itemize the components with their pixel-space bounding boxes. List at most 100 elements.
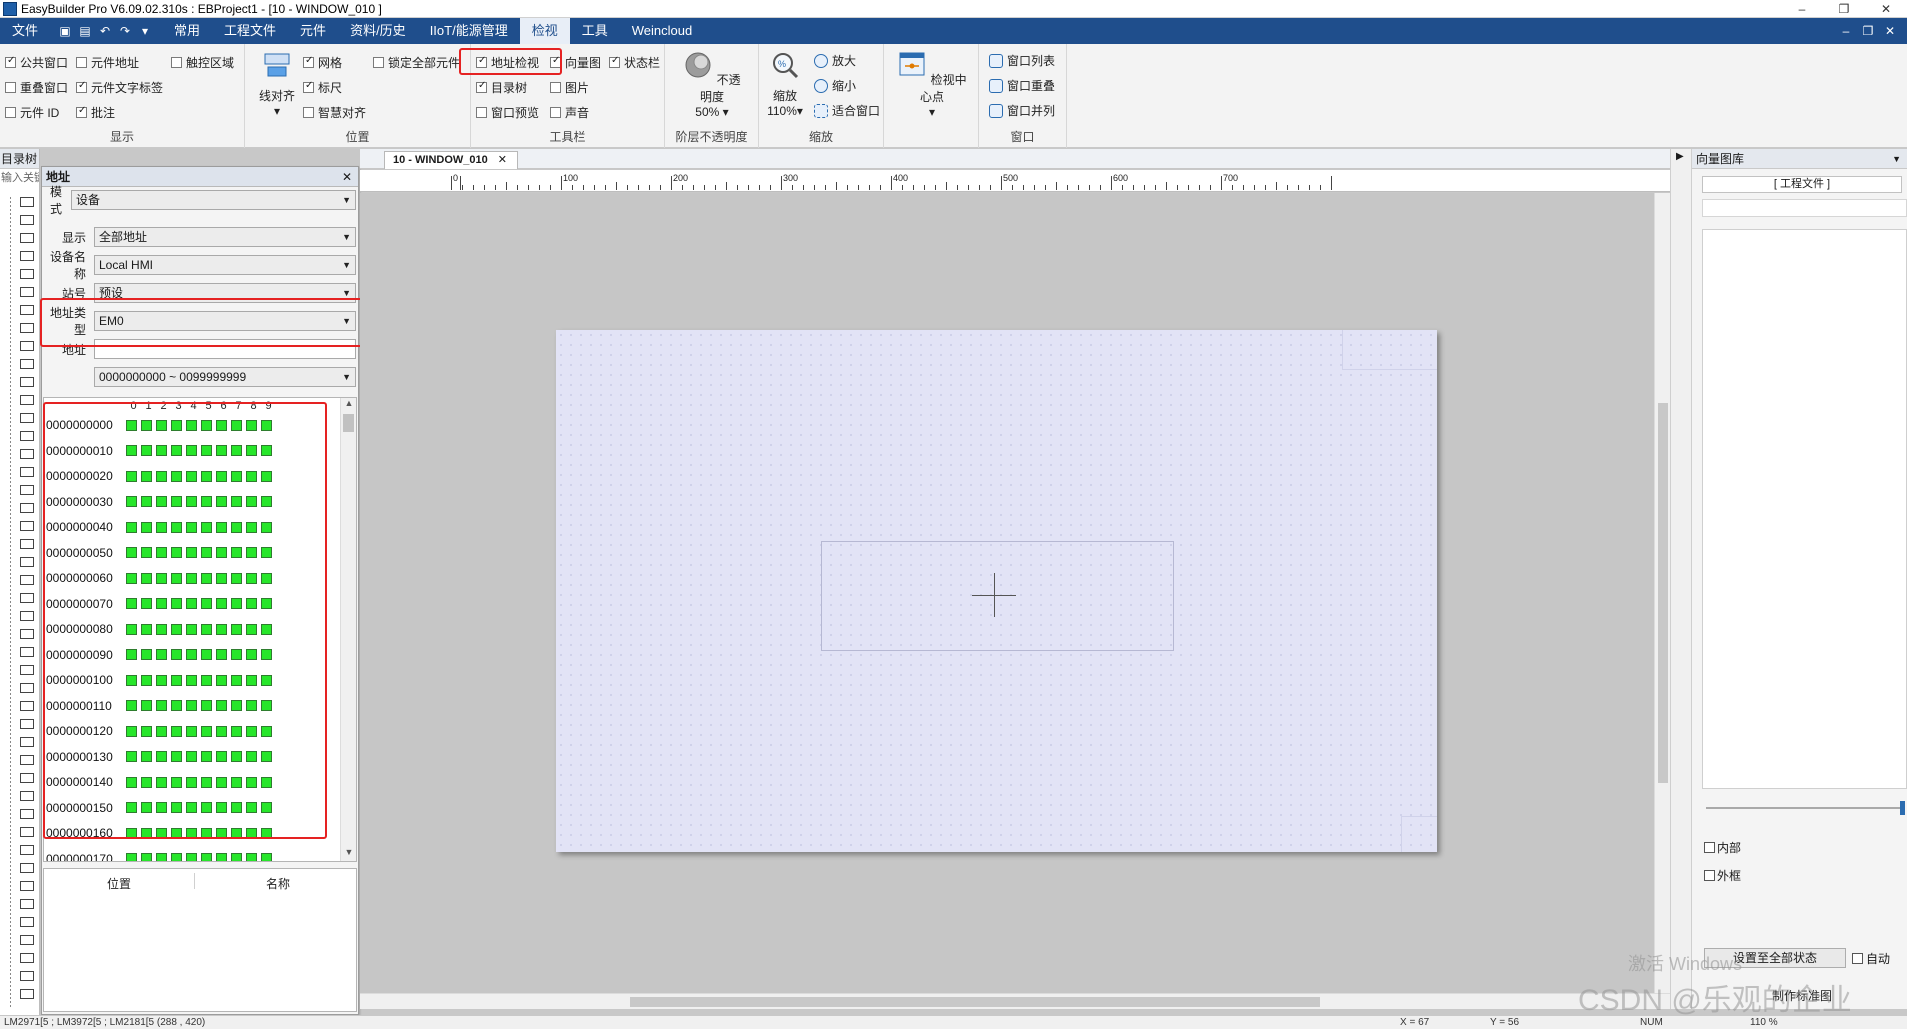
mode-select[interactable]: 设备 ▼ (71, 190, 356, 210)
bit-cell[interactable] (231, 751, 242, 762)
bit-cell[interactable] (126, 623, 137, 635)
tree-item[interactable] (20, 197, 34, 207)
bit-cell[interactable] (171, 700, 182, 711)
bit-cell[interactable] (216, 649, 227, 660)
menu-file[interactable]: 文件 (0, 18, 50, 44)
minimize-button[interactable]: – (1781, 0, 1823, 18)
bit-cell[interactable] (126, 521, 137, 533)
bit-cell[interactable] (246, 700, 257, 711)
tree-item[interactable] (20, 377, 34, 387)
bit-cell[interactable] (126, 776, 137, 788)
tree-item[interactable] (20, 431, 34, 441)
bit-cell[interactable] (171, 547, 182, 558)
check-address-view[interactable]: 地址检视 (476, 54, 539, 71)
bit-cell[interactable] (261, 649, 272, 660)
address-panel-close-icon[interactable]: ✕ (342, 167, 352, 187)
bit-cell[interactable] (201, 572, 212, 584)
align-button[interactable]: 线对齐 ▾ (255, 50, 299, 118)
bit-cell[interactable] (156, 649, 167, 660)
design-canvas[interactable] (360, 193, 1670, 993)
bit-cell[interactable] (216, 725, 227, 737)
tree-item[interactable] (20, 449, 34, 459)
mdi-close-button[interactable]: ✕ (1879, 18, 1901, 44)
tree-item[interactable] (20, 557, 34, 567)
bit-cell[interactable] (126, 700, 137, 711)
bit-cell[interactable] (186, 547, 197, 558)
customize-dropdown-icon[interactable]: ▾ (138, 24, 152, 38)
bit-cell[interactable] (156, 776, 167, 788)
bit-cell[interactable] (261, 827, 272, 839)
bit-cell[interactable] (246, 419, 257, 431)
bit-cell[interactable] (171, 674, 182, 686)
bit-cell[interactable] (186, 827, 197, 839)
address-input[interactable] (94, 339, 356, 359)
tab-close-icon[interactable]: ✕ (498, 154, 507, 166)
menu-project[interactable]: 工程文件 (212, 18, 288, 44)
bit-cell[interactable] (261, 776, 272, 788)
bit-cell[interactable] (186, 674, 197, 686)
bit-cell[interactable] (141, 725, 152, 737)
bit-cell[interactable] (126, 674, 137, 686)
bit-cell[interactable] (261, 445, 272, 456)
bit-cell[interactable] (171, 572, 182, 584)
bit-cell[interactable] (186, 776, 197, 788)
mdi-restore-button[interactable]: ❐ (1857, 18, 1879, 44)
bit-cell[interactable] (156, 598, 167, 609)
tree-item[interactable] (20, 881, 34, 891)
tree-item[interactable] (20, 935, 34, 945)
bit-cell[interactable] (126, 853, 137, 861)
bit-cell[interactable] (246, 674, 257, 686)
opacity-button[interactable]: 不透明度 50% ▾ (679, 50, 745, 119)
check-frame[interactable]: 外框 (1704, 867, 1741, 884)
bit-cell[interactable] (201, 521, 212, 533)
bit-cell[interactable] (171, 751, 182, 762)
bit-cell[interactable] (261, 598, 272, 609)
bit-cell[interactable] (156, 547, 167, 558)
checkbox[interactable] (373, 57, 384, 68)
checkbox[interactable] (550, 82, 561, 93)
tab-window-010[interactable]: 10 - WINDOW_010 ✕ (384, 151, 518, 169)
checkbox[interactable] (5, 107, 16, 118)
tree-item[interactable] (20, 683, 34, 693)
check-public-window[interactable]: 公共窗口 (5, 54, 68, 71)
bit-cell[interactable] (261, 725, 272, 737)
bit-cell[interactable] (216, 598, 227, 609)
bit-cell[interactable] (186, 470, 197, 482)
bit-cell[interactable] (141, 649, 152, 660)
bit-cell[interactable] (156, 853, 167, 861)
menu-iiot[interactable]: IIoT/能源管理 (418, 18, 520, 44)
tree-item[interactable] (20, 413, 34, 423)
bit-cell[interactable] (141, 470, 152, 482)
zoom-button[interactable]: % 缩放 110%▾ (765, 50, 805, 118)
expand-arrow-icon[interactable]: ▶ (1676, 151, 1684, 162)
bit-cell[interactable] (231, 470, 242, 482)
bit-cell[interactable] (171, 623, 182, 635)
bit-cell[interactable] (186, 496, 197, 507)
bit-cell[interactable] (261, 751, 272, 762)
tree-item[interactable] (20, 647, 34, 657)
bit-cell[interactable] (216, 521, 227, 533)
bit-cell[interactable] (231, 700, 242, 711)
checkbox[interactable] (476, 80, 487, 93)
device-select[interactable]: Local HMI ▼ (94, 255, 356, 275)
checkbox[interactable] (303, 80, 314, 93)
bit-cell[interactable] (171, 470, 182, 482)
bit-cell[interactable] (141, 572, 152, 584)
bit-cell[interactable] (201, 445, 212, 456)
restore-button[interactable]: ❐ (1823, 0, 1865, 18)
list-column-position[interactable]: 位置 (107, 875, 131, 892)
bit-cell[interactable] (231, 802, 242, 813)
bit-cell[interactable] (261, 674, 272, 686)
check-inner[interactable]: 内部 (1704, 839, 1741, 856)
bit-cell[interactable] (141, 623, 152, 635)
bit-cell[interactable] (216, 623, 227, 635)
bit-cell[interactable] (201, 623, 212, 635)
checkbox[interactable] (171, 57, 182, 68)
checkbox[interactable] (476, 107, 487, 118)
bit-cell[interactable] (186, 598, 197, 609)
bit-cell[interactable] (126, 649, 137, 660)
bit-cell[interactable] (246, 776, 257, 788)
tree-item[interactable] (20, 791, 34, 801)
window-list-button[interactable]: 窗口列表 (989, 52, 1055, 69)
bit-cell[interactable] (216, 751, 227, 762)
